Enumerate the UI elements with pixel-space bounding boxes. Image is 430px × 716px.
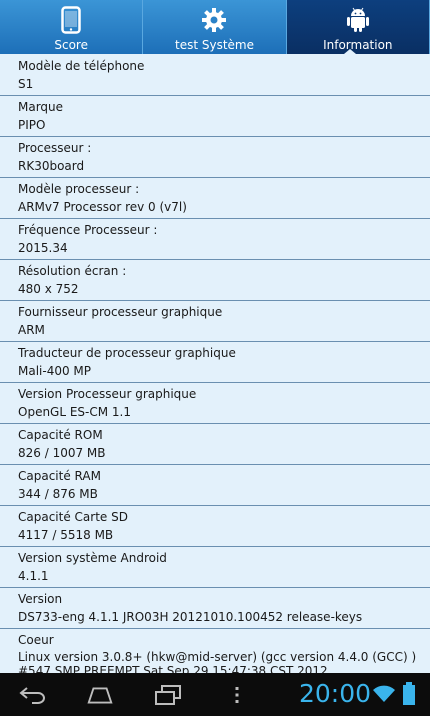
list-item: Modèle processeur : ARMv7 Processor rev …	[0, 178, 430, 219]
info-key: Modèle de téléphone	[18, 59, 145, 73]
info-value: 826 / 1007 MB	[18, 445, 106, 460]
info-value: 344 / 876 MB	[18, 486, 98, 501]
menu-icon[interactable]	[222, 681, 252, 709]
info-value: RK30board	[18, 158, 85, 173]
list-item: Capacité Carte SD 4117 / 5518 MB	[0, 506, 430, 547]
info-value: S1	[18, 76, 34, 91]
info-key: Marque	[18, 100, 64, 114]
info-list[interactable]: Modèle de téléphone S1 Marque PIPO Proce…	[0, 55, 430, 673]
tab-score[interactable]: Score	[0, 0, 144, 54]
phone-icon	[57, 6, 85, 34]
info-key: Fournisseur processeur graphique	[18, 305, 223, 319]
info-key: Processeur :	[18, 141, 92, 155]
list-item: Version DS733-eng 4.1.1 JRO03H 20121010.…	[0, 588, 430, 629]
info-value: Linux version 3.0.8+ (hkw@mid-server) (g…	[18, 649, 417, 664]
tab-bar: Score test Système Information	[0, 0, 430, 54]
home-icon[interactable]	[85, 681, 115, 709]
tab-test-systeme-label: test Système	[174, 38, 254, 52]
info-value: 480 x 752	[18, 281, 79, 296]
list-item: Marque PIPO	[0, 96, 430, 137]
list-item: Version système Android 4.1.1	[0, 547, 430, 588]
info-value: Mali-400 MP	[18, 363, 92, 378]
info-key: Traducteur de processeur graphique	[18, 346, 236, 360]
gear-icon	[200, 6, 228, 34]
info-value: OpenGL ES-CM 1.1	[18, 404, 132, 419]
active-tab-indicator	[344, 49, 356, 54]
wifi-icon	[372, 683, 396, 707]
info-key: Coeur	[18, 633, 54, 647]
info-key: Version	[18, 592, 63, 606]
list-item: Résolution écran : 480 x 752	[0, 260, 430, 301]
list-item: Traducteur de processeur graphique Mali-…	[0, 342, 430, 383]
android-icon	[344, 6, 372, 34]
info-key: Résolution écran :	[18, 264, 127, 278]
info-value: DS733-eng 4.1.1 JRO03H 20121010.100452 r…	[18, 609, 363, 624]
info-value: 2015.34	[18, 240, 68, 255]
info-key: Modèle processeur :	[18, 182, 140, 196]
list-item: Fréquence Processeur : 2015.34	[0, 219, 430, 260]
list-item: Version Processeur graphique OpenGL ES-C…	[0, 383, 430, 424]
list-item: Processeur : RK30board	[0, 137, 430, 178]
list-item: Modèle de téléphone S1	[0, 55, 430, 96]
info-value: PIPO	[18, 117, 46, 132]
info-value: 4.1.1	[18, 568, 49, 583]
recents-icon[interactable]	[153, 681, 183, 709]
status-clock: 20:00	[299, 679, 372, 708]
list-item: Capacité RAM 344 / 876 MB	[0, 465, 430, 506]
info-value: ARMv7 Processor rev 0 (v7l)	[18, 199, 187, 214]
info-value: 4117 / 5518 MB	[18, 527, 114, 542]
back-icon[interactable]	[18, 681, 48, 709]
tab-information[interactable]: Information	[286, 0, 430, 54]
list-item: Coeur Linux version 3.0.8+ (hkw@mid-serv…	[0, 629, 430, 673]
list-item: Capacité ROM 826 / 1007 MB	[0, 424, 430, 465]
info-key: Version système Android	[18, 551, 167, 565]
info-key: Capacité Carte SD	[18, 510, 128, 524]
info-key: Version Processeur graphique	[18, 387, 197, 401]
system-nav-bar: 20:00	[0, 673, 430, 716]
tab-test-systeme[interactable]: test Système	[143, 0, 287, 54]
list-item: Fournisseur processeur graphique ARM	[0, 301, 430, 342]
tab-score-label: Score	[54, 38, 88, 52]
info-key: Capacité RAM	[18, 469, 101, 483]
info-key: Capacité ROM	[18, 428, 103, 442]
info-value: ARM	[18, 322, 45, 337]
tab-information-label: Information	[323, 38, 393, 52]
info-value-line2: #547 SMP PREEMPT Sat Sep 29 15:47:38 CST…	[18, 663, 328, 674]
battery-icon	[402, 682, 416, 710]
info-key: Fréquence Processeur :	[18, 223, 158, 237]
